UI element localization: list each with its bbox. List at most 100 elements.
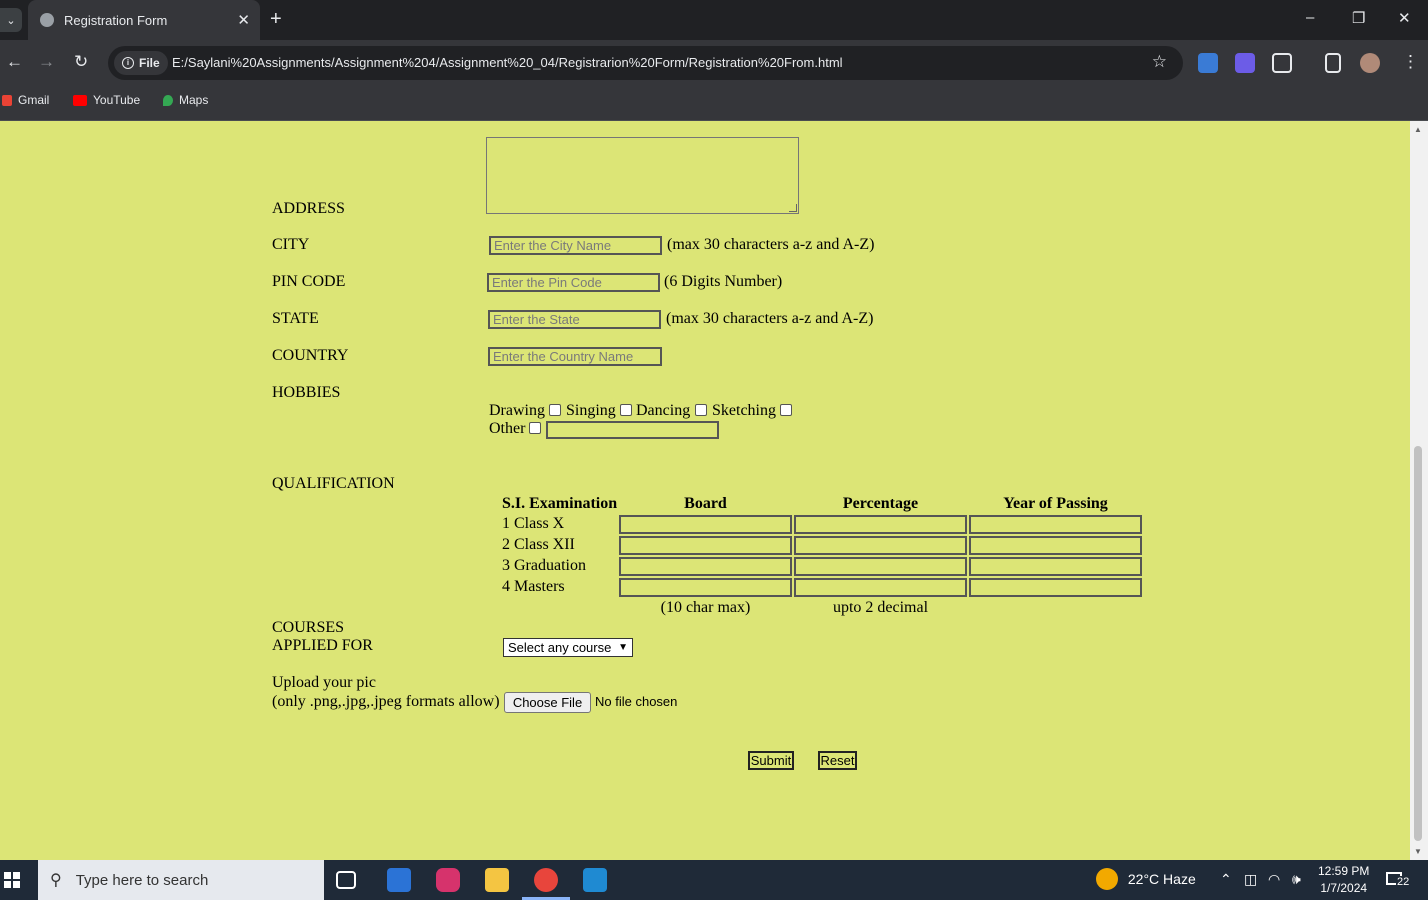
hobby-other-input[interactable]: [546, 421, 719, 439]
site-chip-label: File: [139, 56, 160, 70]
course-select-value: Select any course: [508, 640, 612, 655]
profile-avatar[interactable]: [1360, 53, 1380, 73]
tab-bar: ⌄ Registration Form ✕ + – ❐ ✕: [0, 0, 1428, 40]
reset-button[interactable]: Reset: [818, 751, 857, 770]
close-window-button[interactable]: ✕: [1398, 9, 1411, 27]
url-text: E:/Saylani%20Assignments/Assignment%204/…: [172, 55, 843, 70]
extensions-puzzle-icon[interactable]: [1272, 53, 1292, 73]
city-input[interactable]: [489, 236, 662, 255]
meet-icon[interactable]: ◫: [1244, 871, 1257, 888]
tab-search-button[interactable]: ⌄: [0, 8, 22, 32]
weather-text: 22°C Haze: [1127, 871, 1196, 887]
address-bar[interactable]: i File E:/Saylani%20Assignments/Assignme…: [108, 46, 1183, 80]
choose-file-button[interactable]: Choose File: [504, 692, 591, 713]
forward-icon[interactable]: →: [38, 52, 55, 72]
pin-code-input[interactable]: [487, 273, 660, 292]
hobby-singing-checkbox[interactable]: [620, 404, 632, 416]
side-panel-icon[interactable]: [1325, 53, 1341, 73]
instagram-icon[interactable]: [436, 868, 460, 892]
course-select[interactable]: Select any course ▼: [503, 638, 633, 657]
courses-label: COURSES: [272, 619, 345, 636]
board-input-graduation[interactable]: [619, 557, 792, 576]
bookmark-gmail[interactable]: Gmail: [2, 93, 49, 107]
qualification-label: QUALIFICATION: [272, 475, 395, 492]
hobby-sketching-label: Sketching: [712, 402, 776, 419]
country-label: COUNTRY: [272, 347, 349, 364]
bookmark-youtube[interactable]: YouTube: [73, 93, 140, 107]
extension-icon[interactable]: [1198, 53, 1218, 73]
qualification-header-examination: S.I. Examination: [502, 495, 618, 512]
tab-close-icon[interactable]: ✕: [237, 11, 250, 29]
clock[interactable]: 12:59 PM 1/7/2024: [1318, 863, 1369, 897]
upload-format-note: (only .png,.jpg,.jpeg formats allow): [272, 693, 500, 710]
task-view-icon[interactable]: [336, 871, 356, 889]
windows-start-icon[interactable]: [4, 872, 20, 888]
reload-icon[interactable]: ↻: [74, 52, 88, 72]
vertical-scrollbar[interactable]: ▲ ▼: [1410, 121, 1428, 860]
percentage-input-class-x[interactable]: [794, 515, 967, 534]
taskbar-search-placeholder: Type here to search: [75, 871, 209, 889]
applied-for-label: APPLIED FOR: [272, 637, 373, 654]
back-icon[interactable]: ←: [6, 52, 23, 72]
network-icon[interactable]: ◠: [1268, 871, 1280, 888]
clock-date: 1/7/2024: [1320, 881, 1368, 895]
year-input-graduation[interactable]: [969, 557, 1142, 576]
windows-taskbar: ⚲ Type here to search 22°C Haze ⌃ ◫ ◠ 🕪 …: [0, 860, 1428, 900]
scrollbar-thumb[interactable]: [1414, 446, 1422, 841]
board-input-class-x[interactable]: [619, 515, 792, 534]
qualification-row-label: 1 Class X: [502, 515, 565, 532]
resize-handle[interactable]: [789, 204, 797, 212]
extension-d-icon[interactable]: [1235, 53, 1255, 73]
store-icon[interactable]: [387, 868, 411, 892]
qualification-row-label: 2 Class XII: [502, 536, 575, 553]
percentage-note: upto 2 decimal: [832, 599, 929, 616]
weather-sun-icon: [1096, 868, 1118, 890]
year-input-class-x[interactable]: [969, 515, 1142, 534]
scroll-down-icon[interactable]: ▼: [1414, 847, 1422, 856]
board-input-masters[interactable]: [619, 578, 792, 597]
year-input-class-xii[interactable]: [969, 536, 1142, 555]
hobby-sketching-checkbox[interactable]: [780, 404, 792, 416]
country-input[interactable]: [488, 347, 662, 366]
chrome-icon[interactable]: [534, 868, 558, 892]
address-label: ADDRESS: [272, 200, 345, 217]
notifications-button[interactable]: 22: [1386, 870, 1412, 890]
percentage-input-graduation[interactable]: [794, 557, 967, 576]
board-input-class-xii[interactable]: [619, 536, 792, 555]
globe-icon: [40, 13, 54, 27]
hobby-drawing-checkbox[interactable]: [549, 404, 561, 416]
new-tab-button[interactable]: +: [270, 8, 282, 31]
year-input-masters[interactable]: [969, 578, 1142, 597]
hobbies-label: HOBBIES: [272, 384, 341, 401]
menu-kebab-icon[interactable]: ⋮: [1402, 52, 1419, 72]
restore-button[interactable]: ❐: [1352, 9, 1365, 27]
bookmarks-bar: Gmail YouTube Maps: [0, 86, 1428, 121]
tab-registration-form[interactable]: Registration Form ✕: [28, 0, 260, 40]
bookmark-star-icon[interactable]: ☆: [1152, 52, 1167, 72]
tray-expand-icon[interactable]: ⌃: [1220, 871, 1232, 888]
qualification-header-board: Board: [684, 495, 727, 512]
scroll-up-icon[interactable]: ▲: [1414, 125, 1422, 134]
percentage-input-class-xii[interactable]: [794, 536, 967, 555]
percentage-input-masters[interactable]: [794, 578, 967, 597]
state-hint: (max 30 characters a-z and A-Z): [666, 310, 874, 327]
hobby-other-checkbox[interactable]: [529, 422, 541, 434]
qualification-header-year: Year of Passing: [1003, 495, 1108, 512]
minimize-button[interactable]: –: [1306, 9, 1314, 26]
address-textarea[interactable]: [486, 137, 799, 214]
submit-button[interactable]: Submit: [748, 751, 794, 770]
vscode-icon[interactable]: [583, 868, 607, 892]
gmail-icon: [2, 94, 12, 106]
weather-widget[interactable]: 22°C Haze: [1096, 868, 1196, 890]
bookmark-maps[interactable]: Maps: [163, 93, 208, 107]
state-input[interactable]: [488, 310, 661, 329]
volume-icon[interactable]: 🕪: [1292, 871, 1301, 888]
site-info-chip[interactable]: i File: [114, 51, 168, 75]
hobby-dancing-label: Dancing: [636, 402, 691, 419]
city-label: CITY: [272, 236, 310, 253]
board-note: (10 char max): [660, 599, 751, 616]
hobby-dancing-checkbox[interactable]: [695, 404, 707, 416]
state-label: STATE: [272, 310, 319, 327]
file-explorer-icon[interactable]: [485, 868, 509, 892]
taskbar-search-box[interactable]: ⚲ Type here to search: [38, 860, 324, 900]
